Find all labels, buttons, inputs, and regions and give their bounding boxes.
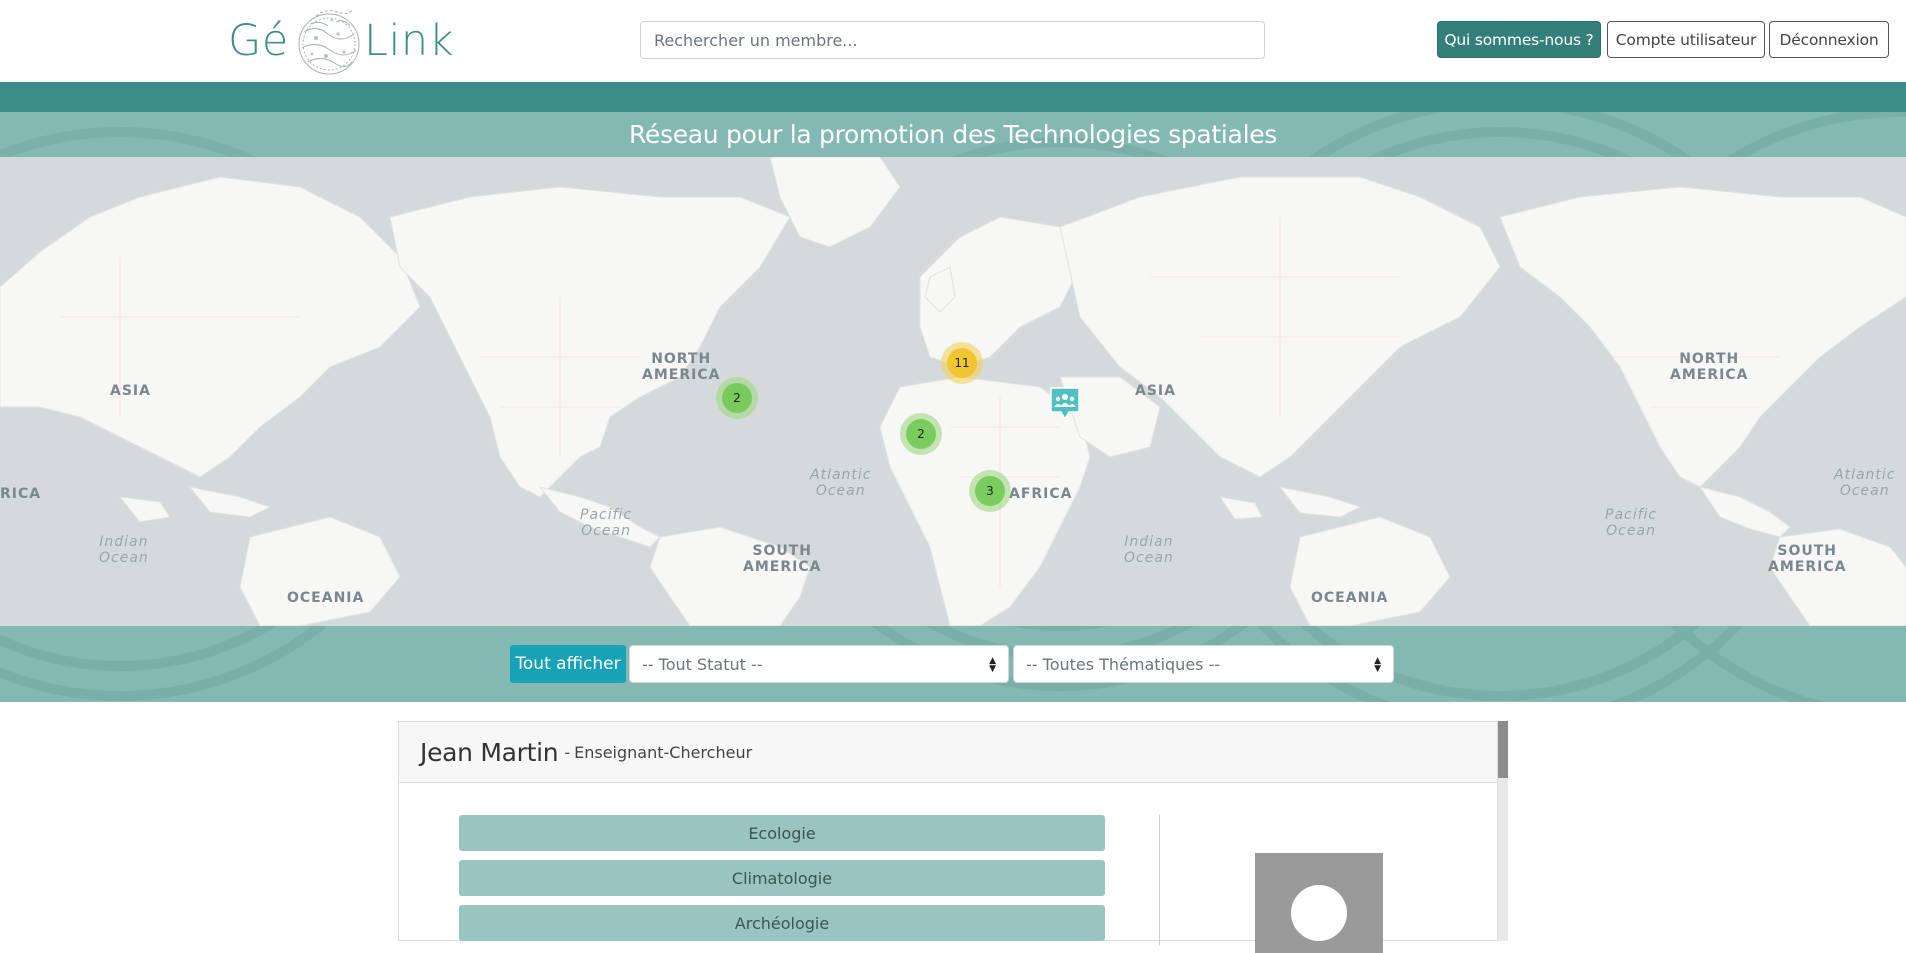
map-label-north-america-right: NORTH AMERICA xyxy=(1670,351,1749,383)
map-label-oceania-left: OCEANIA xyxy=(287,590,365,606)
user-account-button[interactable]: Compte utilisateur xyxy=(1607,21,1765,58)
logo-text-right: Link xyxy=(364,16,455,66)
map-label-south-america: SOUTH AMERICA xyxy=(743,543,822,575)
member-card: Jean Martin - Enseignant-Chercheur Ecolo… xyxy=(398,721,1498,953)
map-cluster-west-africa[interactable]: 2 xyxy=(900,413,942,455)
filter-bar: Tout afficher -- Tout Statut -- ▲ ▼ -- To… xyxy=(0,626,1906,702)
map-ocean-atlantic-center: Atlantic Ocean xyxy=(810,467,872,499)
map-ocean-indian-left: Indian Ocean xyxy=(99,534,149,566)
member-name: Jean Martin xyxy=(420,737,559,767)
member-role: Enseignant-Chercheur xyxy=(574,742,753,762)
map-label-oceania-right: OCEANIA xyxy=(1311,590,1389,606)
map-cluster-north-america[interactable]: 2 xyxy=(716,377,758,419)
map-ocean-indian-center: Indian Ocean xyxy=(1124,534,1174,566)
geolink-logo[interactable]: Gé Link xyxy=(226,2,454,80)
member-search-input[interactable] xyxy=(640,21,1265,59)
scrollbar-thumb[interactable] xyxy=(1498,721,1508,778)
map-label-south-america-right: SOUTH AMERICA xyxy=(1768,543,1847,575)
top-navbar: Gé Link Qui sommes-nous ? Compte utilisa… xyxy=(0,0,1906,82)
group-icon[interactable] xyxy=(1049,386,1081,422)
header-accent-strip xyxy=(0,82,1906,112)
theme-select[interactable]: -- Toutes Thématiques -- ▲ ▼ xyxy=(1013,645,1394,683)
theme-chip[interactable]: Archéologie xyxy=(459,905,1105,941)
logout-button[interactable]: Déconnexion xyxy=(1769,21,1889,58)
cluster-count: 11 xyxy=(947,348,977,378)
card-divider xyxy=(1159,815,1160,945)
cluster-count: 3 xyxy=(975,476,1005,506)
map-label-north-america: NORTH AMERICA xyxy=(642,351,721,383)
globe-logo-icon xyxy=(298,9,360,75)
theme-chip[interactable]: Ecologie xyxy=(459,815,1105,851)
avatar xyxy=(1255,853,1383,953)
map-ocean-pacific-center: Pacific Ocean xyxy=(580,507,633,539)
map-label-asia-center: ASIA xyxy=(1135,383,1176,399)
cluster-count: 2 xyxy=(722,383,752,413)
map-land-layer xyxy=(0,157,1906,626)
status-select-value: -- Tout Statut -- xyxy=(642,654,763,674)
logo-text-left: Gé xyxy=(228,16,289,66)
map-cluster-europe[interactable]: 11 xyxy=(941,342,983,384)
theme-chip[interactable]: Climatologie xyxy=(459,860,1105,896)
map-label-asia-left: ASIA xyxy=(110,383,151,399)
page-title: Réseau pour la promotion des Technologie… xyxy=(628,120,1278,149)
avatar-placeholder-icon xyxy=(1291,885,1347,941)
about-button[interactable]: Qui sommes-nous ? xyxy=(1437,21,1601,58)
map-label-africa: AFRICA xyxy=(1009,486,1073,502)
status-select[interactable]: -- Tout Statut -- ▲ ▼ xyxy=(629,645,1009,683)
theme-select-value: -- Toutes Thématiques -- xyxy=(1026,654,1221,674)
card-scrollbar[interactable] xyxy=(1498,721,1508,941)
select-arrows-icon: ▲ ▼ xyxy=(989,656,996,674)
map-ocean-atlantic-right: Atlantic Ocean xyxy=(1834,467,1896,499)
select-arrows-icon: ▲ ▼ xyxy=(1374,656,1381,674)
member-separator: - xyxy=(564,742,571,762)
title-banner: Réseau pour la promotion des Technologie… xyxy=(0,112,1906,157)
map-cluster-central-africa[interactable]: 3 xyxy=(969,470,1011,512)
map-ocean-pacific-right: Pacific Ocean xyxy=(1605,507,1658,539)
world-map[interactable]: ASIA NORTH AMERICA ASIA NORTH AMERICA AF… xyxy=(0,157,1906,626)
member-card-header: Jean Martin - Enseignant-Chercheur xyxy=(399,722,1497,783)
show-all-button[interactable]: Tout afficher xyxy=(510,645,626,683)
map-label-africa-left-cut: RICA xyxy=(0,486,42,502)
cluster-count: 2 xyxy=(906,419,936,449)
